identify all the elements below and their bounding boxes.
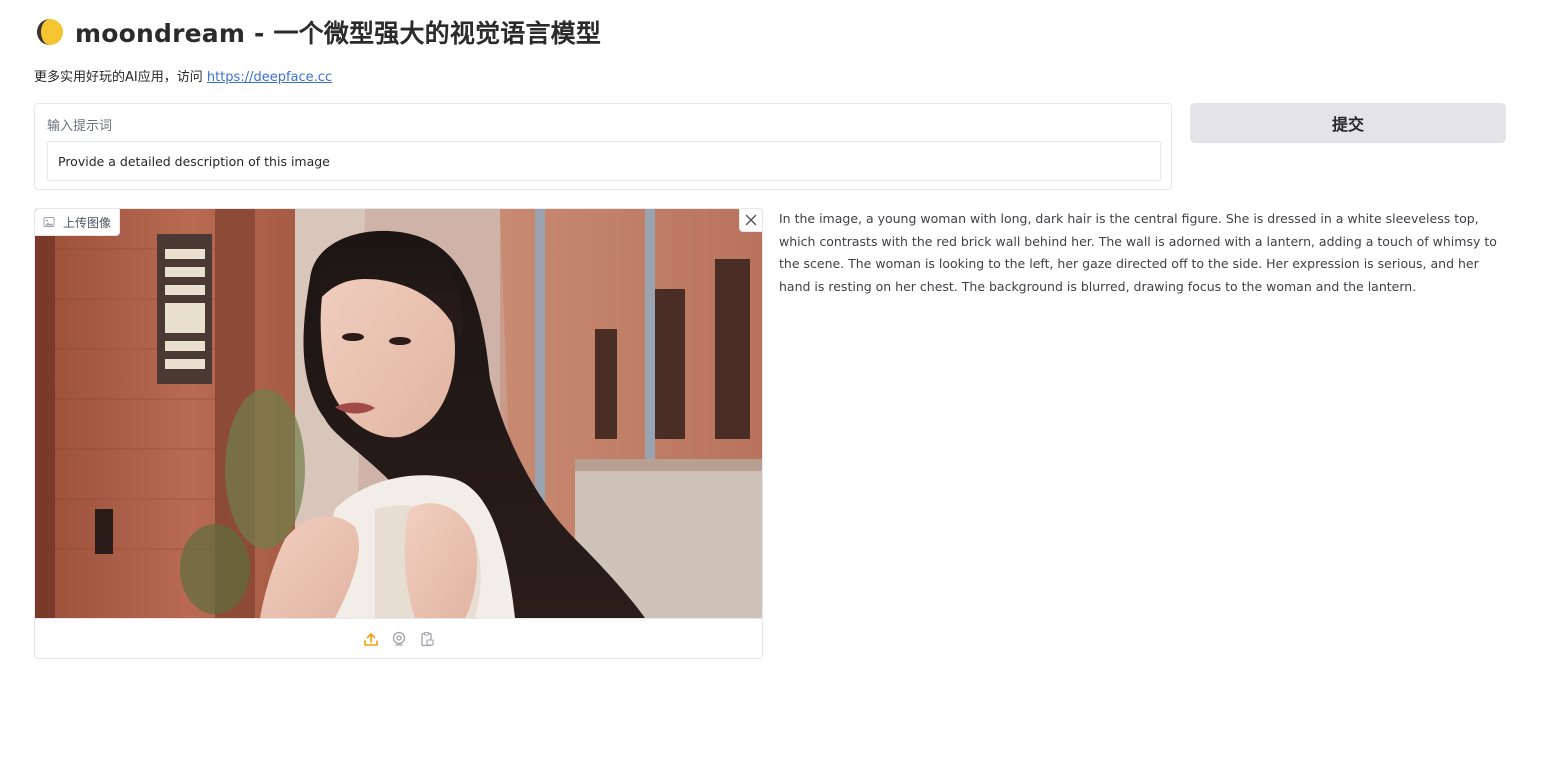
upload-icon bbox=[363, 632, 378, 646]
webcam-icon bbox=[392, 631, 405, 646]
prompt-textbox: 输入提示词 bbox=[34, 103, 1172, 190]
image-upload-panel: 上传图像 bbox=[34, 208, 763, 659]
uploaded-image[interactable] bbox=[35, 209, 762, 618]
deepface-link[interactable]: https://deepface.cc bbox=[207, 70, 332, 85]
promo-line: 更多实用好玩的AI应用，访问 https://deepface.cc bbox=[34, 66, 332, 85]
webcam-button[interactable] bbox=[390, 630, 408, 648]
moon-icon bbox=[37, 19, 63, 45]
image-label-text: 上传图像 bbox=[63, 215, 112, 230]
app-page: moondream - 一个微型强大的视觉语言模型 更多实用好玩的AI应用，访问… bbox=[0, 0, 1551, 780]
clear-image-button[interactable] bbox=[739, 209, 762, 232]
prompt-input[interactable] bbox=[47, 141, 1161, 181]
paste-clipboard-button[interactable] bbox=[418, 630, 436, 648]
image-source-toolbar bbox=[35, 618, 762, 658]
image-icon bbox=[43, 217, 55, 227]
close-icon bbox=[745, 214, 757, 226]
submit-button[interactable]: 提交 bbox=[1190, 103, 1506, 143]
output-description: In the image, a young woman with long, d… bbox=[779, 211, 1497, 295]
image-label-tab: 上传图像 bbox=[35, 209, 121, 236]
header: moondream - 一个微型强大的视觉语言模型 bbox=[36, 14, 601, 50]
promo-text: 更多实用好玩的AI应用，访问 bbox=[34, 70, 203, 85]
prompt-label: 输入提示词 bbox=[47, 119, 113, 134]
clipboard-icon bbox=[420, 631, 434, 646]
upload-button[interactable] bbox=[362, 630, 380, 648]
page-title: moondream - 一个微型强大的视觉语言模型 bbox=[75, 19, 602, 48]
